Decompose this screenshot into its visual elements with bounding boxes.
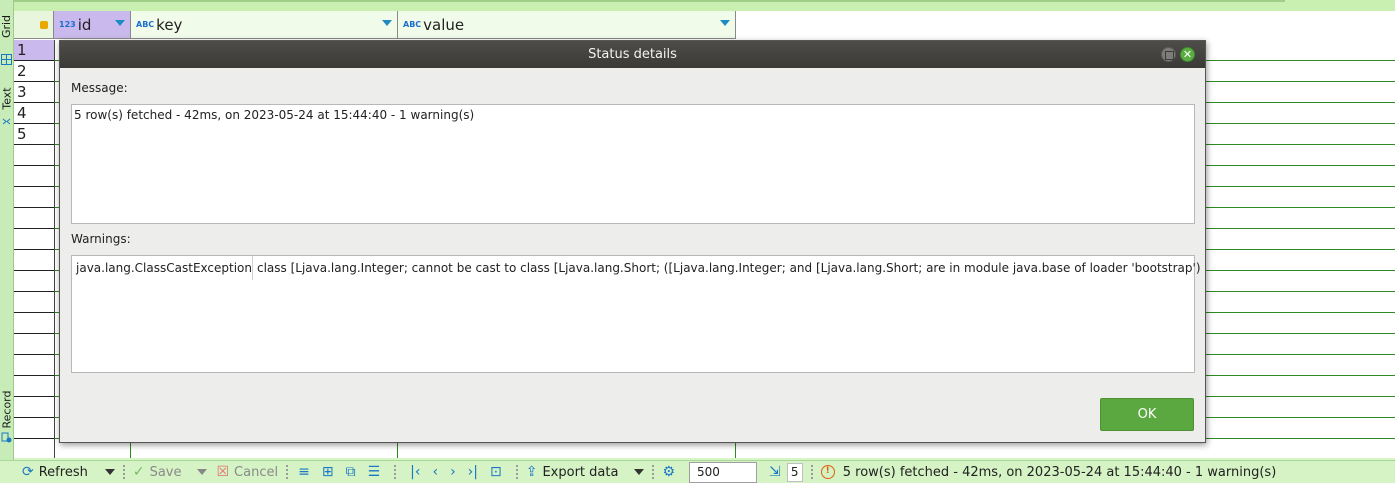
last-page-icon[interactable]: ›|	[468, 464, 478, 480]
record-icon	[1, 432, 12, 443]
row-number-gridline	[14, 438, 54, 439]
column-header-key[interactable]: ABC key	[131, 11, 398, 39]
warnings-table[interactable]: java.lang.ClassCastException class [Ljav…	[71, 255, 1201, 373]
row-number[interactable]: 5	[14, 124, 54, 145]
sort-filter-arrow-icon[interactable]	[720, 20, 730, 26]
row-number-gridline	[14, 207, 54, 208]
row-number-gridline	[14, 354, 54, 355]
status-text: 5 row(s) fetched - 42ms, on 2023-05-24 a…	[842, 464, 1277, 480]
column-name-id: id	[77, 15, 92, 34]
column-header-id[interactable]: 123 id	[54, 11, 131, 39]
warning-text: class [Ljava.lang.Integer; cannot be cas…	[257, 261, 1201, 275]
toolbar-separator	[515, 465, 518, 479]
toolbar-separator	[286, 465, 289, 479]
row-number[interactable]: 3	[14, 82, 54, 103]
tab-text-label: Text	[0, 86, 14, 110]
warning-icon[interactable]: !	[820, 465, 835, 479]
settings-gear-icon[interactable]: ⚙	[662, 464, 675, 480]
refresh-dropdown-icon[interactable]	[104, 469, 115, 475]
sort-filter-arrow-icon[interactable]	[115, 20, 125, 26]
check-icon: ✓	[132, 464, 145, 480]
lock-icon	[40, 20, 48, 29]
refresh-button[interactable]: ⟳ Refresh	[22, 461, 88, 483]
row-number-gridline	[14, 312, 54, 313]
warning-row[interactable]: java.lang.ClassCastException class [Ljav…	[72, 256, 1201, 280]
fetch-size-input[interactable]: 500	[689, 461, 757, 483]
cancel-icon: ☒	[216, 464, 230, 480]
row-number-gridline	[14, 228, 54, 229]
header-lock-cell	[14, 11, 54, 39]
top-strip	[0, 0, 1395, 11]
save-dropdown-icon[interactable]	[197, 469, 208, 475]
edit-row-icon[interactable]: ≡	[298, 464, 310, 480]
next-page-icon[interactable]: ›	[450, 464, 456, 480]
row-number-gridline	[14, 249, 54, 250]
export-icon: ⇪	[525, 464, 538, 480]
row-number-gridline	[14, 375, 54, 376]
warning-type: java.lang.ClassCastException	[72, 256, 253, 280]
tab-grid-label: Grid	[0, 14, 14, 38]
column-divider	[54, 40, 55, 458]
row-number-gridline	[14, 333, 54, 334]
export-label: Export data	[542, 464, 619, 480]
toolbar-separator	[394, 465, 397, 479]
tab-record-label: Record	[0, 389, 14, 429]
vertical-tab-strip: Grid Text Record	[0, 0, 14, 460]
column-header-value[interactable]: ABC value	[398, 11, 736, 39]
export-data-button[interactable]: ⇪ Export data	[526, 461, 619, 483]
row-number[interactable]: 1	[14, 40, 54, 61]
warnings-label: Warnings:	[71, 232, 131, 246]
toolbar-separator	[652, 465, 655, 479]
text-icon	[2, 118, 11, 125]
string-type-icon: ABC	[136, 20, 155, 29]
top-strip-line	[0, 0, 1285, 2]
dialog-titlebar[interactable]: Status details ✕	[60, 41, 1205, 68]
message-label: Message:	[71, 81, 128, 95]
close-icon[interactable]: ✕	[1180, 47, 1195, 62]
bottom-toolbar: ⟳ Refresh ✓ Save ☒ Cancel ≡ ⊞ ⧉ ☰ |‹ ‹ ›…	[0, 460, 1395, 483]
save-button[interactable]: ✓ Save	[133, 461, 182, 483]
refresh-icon: ⟳	[22, 464, 34, 480]
sort-filter-arrow-icon[interactable]	[382, 20, 392, 26]
delete-row-icon[interactable]: ☰	[368, 464, 381, 480]
fetch-all-icon[interactable]: ⊡	[490, 464, 502, 480]
status-details-dialog: Status details ✕ Message: 5 row(s) fetch…	[59, 40, 1206, 443]
toolbar-separator	[122, 465, 125, 479]
refresh-label: Refresh	[38, 464, 88, 480]
row-count-value: 5	[786, 462, 803, 482]
column-name-value: value	[423, 15, 465, 34]
first-page-icon[interactable]: |‹	[410, 464, 420, 480]
cancel-button[interactable]: ☒ Cancel	[216, 461, 278, 483]
copy-row-icon[interactable]: ⧉	[346, 464, 356, 480]
row-number-gridline	[14, 291, 54, 292]
grid-icon	[1, 54, 12, 65]
tab-text[interactable]: Text	[0, 80, 14, 125]
message-textarea[interactable]: 5 row(s) fetched - 42ms, on 2023-05-24 a…	[71, 104, 1195, 224]
tab-record[interactable]: Record	[0, 386, 14, 443]
add-row-icon[interactable]: ⊞	[322, 464, 334, 480]
row-number-gridline	[14, 396, 54, 397]
row-number-gridline	[14, 417, 54, 418]
previous-page-icon[interactable]: ‹	[432, 464, 438, 480]
ok-button[interactable]: OK	[1100, 398, 1194, 431]
row-count-icon[interactable]: ⇲	[769, 464, 781, 480]
string-type-icon: ABC	[403, 20, 422, 29]
tab-grid[interactable]: Grid	[0, 4, 14, 65]
row-number-gridline	[14, 165, 54, 166]
export-dropdown-icon[interactable]	[634, 469, 645, 475]
row-number[interactable]: 2	[14, 61, 54, 82]
dialog-title: Status details	[588, 47, 677, 62]
number-type-icon: 123	[59, 20, 76, 29]
cancel-label: Cancel	[234, 464, 279, 480]
row-number-gridline	[14, 270, 54, 271]
save-label: Save	[149, 464, 182, 480]
maximize-icon[interactable]	[1161, 47, 1176, 62]
row-number-gridline	[14, 186, 54, 187]
toolbar-separator	[810, 465, 813, 479]
row-number[interactable]: 4	[14, 103, 54, 124]
column-name-key: key	[156, 15, 183, 34]
